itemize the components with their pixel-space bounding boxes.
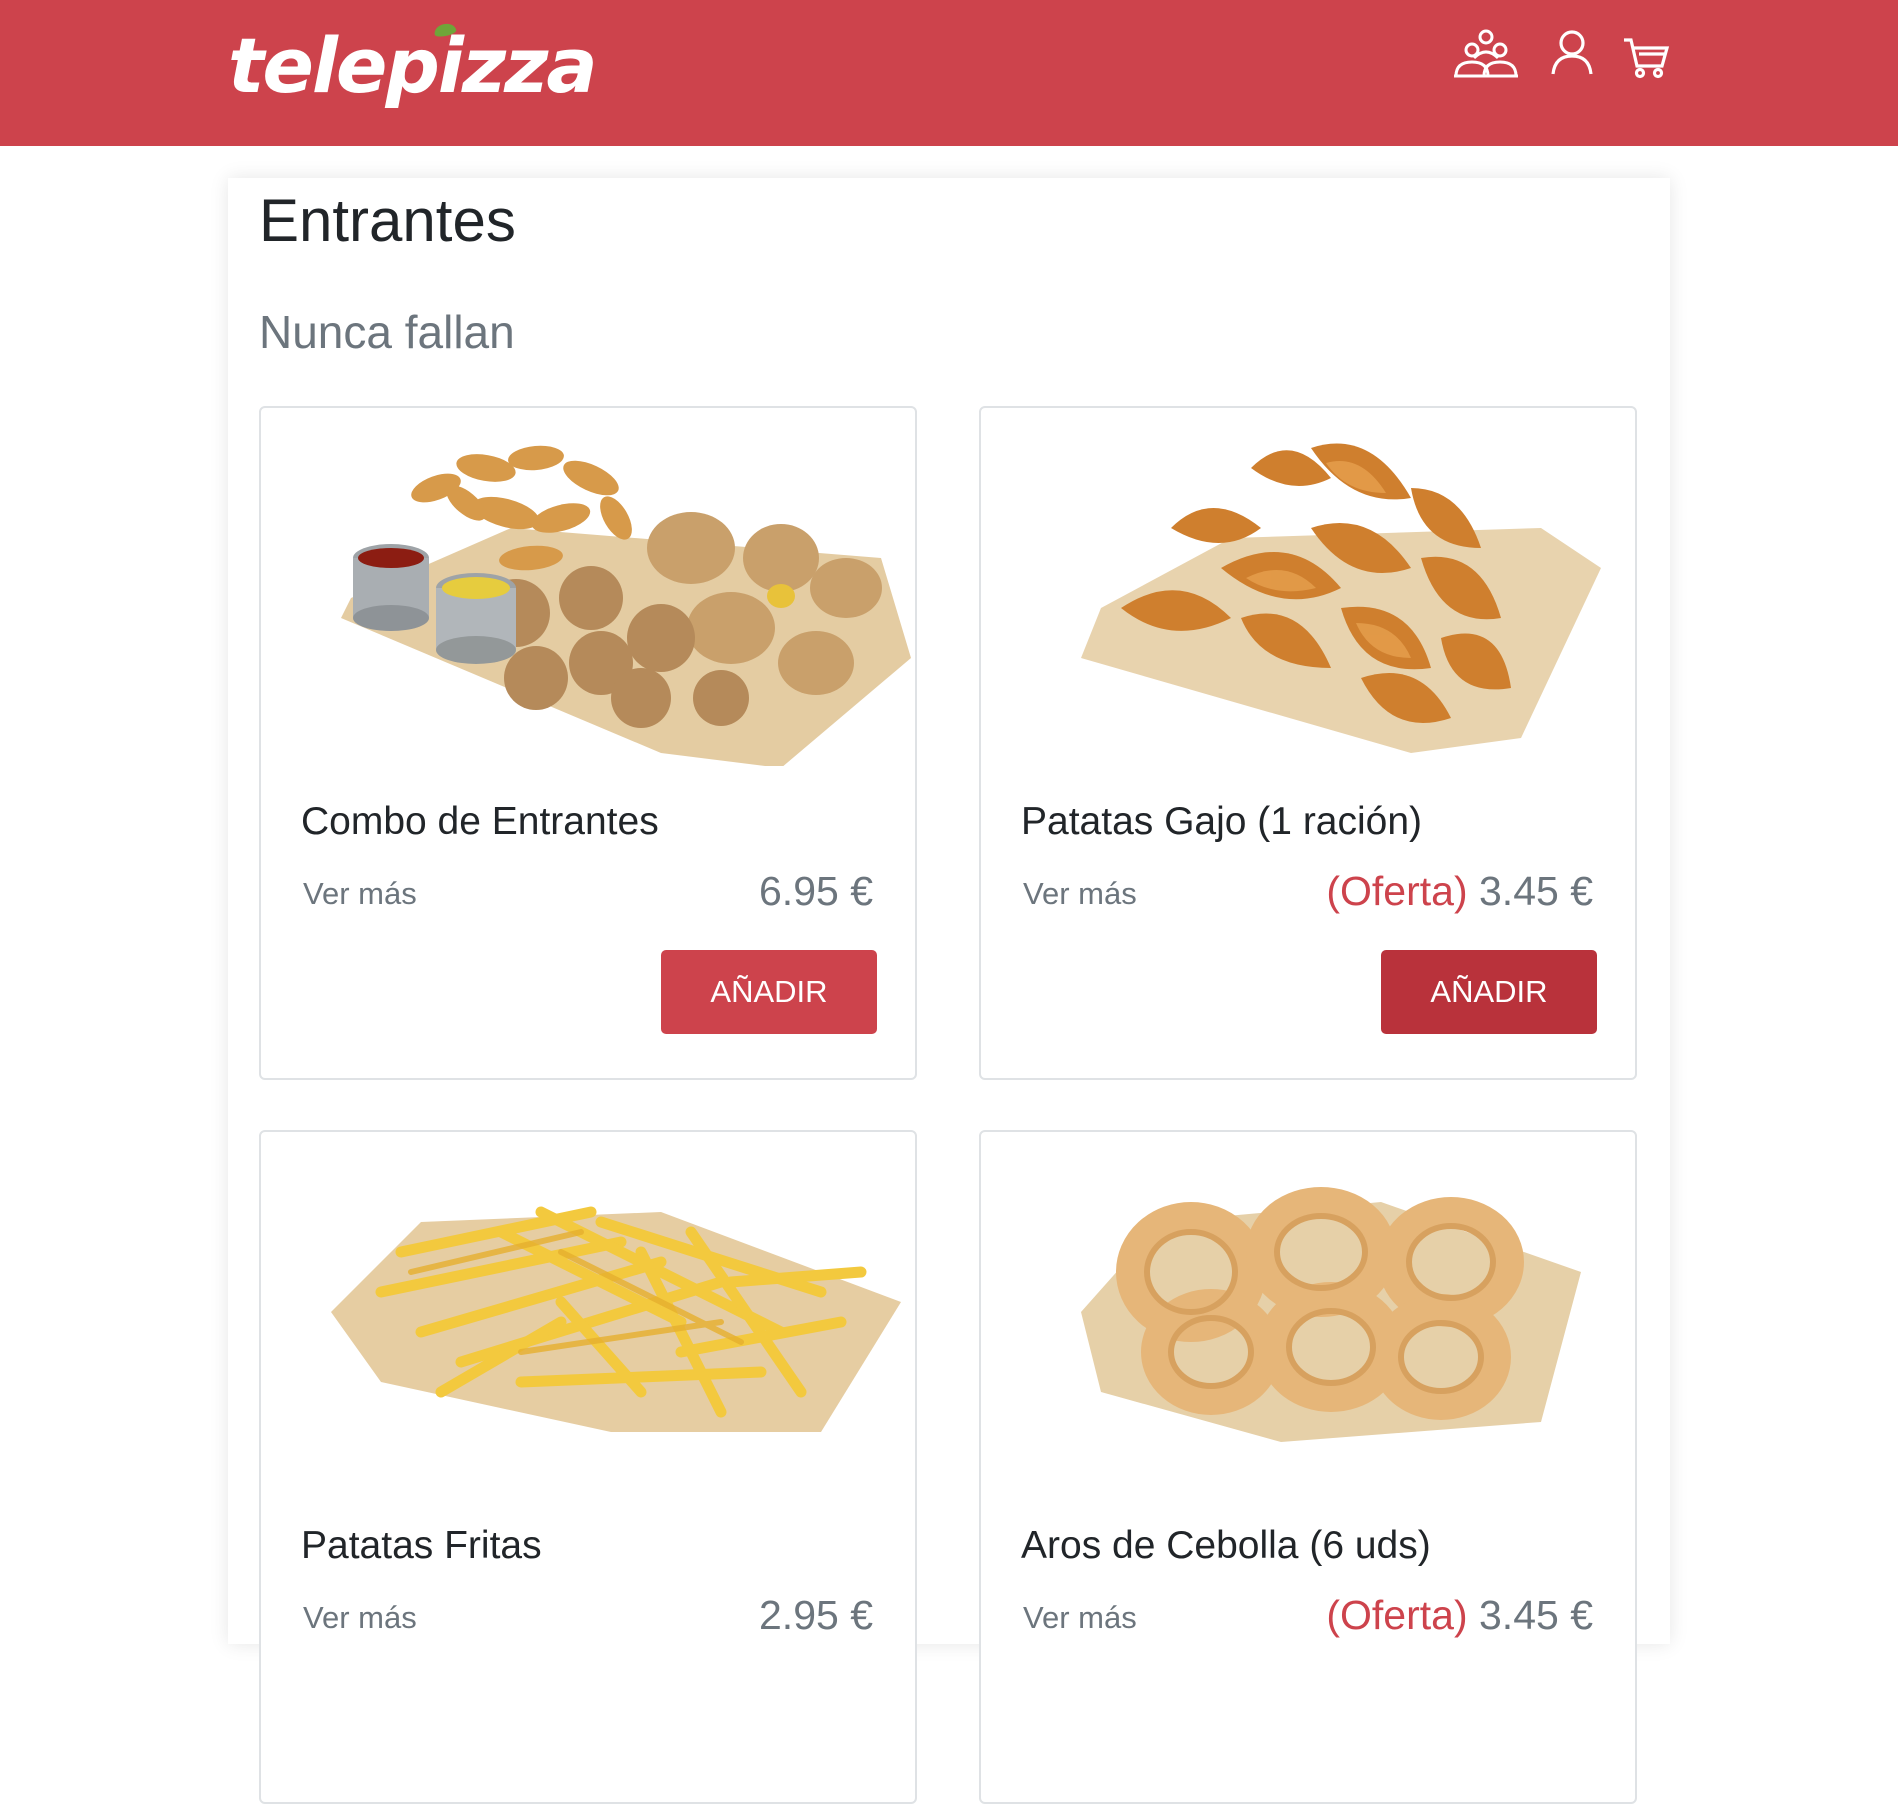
top-header: telepizza (0, 0, 1898, 146)
product-price: 6.95 € (759, 866, 873, 916)
offer-label: (Oferta) (1326, 1592, 1479, 1638)
product-name: Combo de Entrantes (301, 800, 659, 843)
see-more-link[interactable]: Ver más (1023, 874, 1137, 914)
combo-entrantes-photo[interactable] (261, 408, 917, 766)
see-more-link[interactable]: Ver más (1023, 1598, 1137, 1638)
product-name: Aros de Cebolla (6 uds) (1021, 1524, 1431, 1567)
logo-text: telepizza (228, 21, 598, 110)
product-name: Patatas Fritas (301, 1524, 542, 1567)
product-price: (Oferta) 3.45 € (1326, 1590, 1593, 1640)
price-value: 3.45 € (1479, 1592, 1593, 1638)
see-more-link[interactable]: Ver más (303, 1598, 417, 1638)
add-button[interactable]: AÑADIR (1381, 950, 1597, 1034)
product-card: Patatas Gajo (1 ración) Ver más (Oferta)… (979, 406, 1637, 1080)
section-subtitle: Nunca fallan (259, 306, 515, 358)
section-title: Entrantes (259, 187, 516, 254)
product-card: Aros de Cebolla (6 uds) Ver más (Oferta)… (979, 1130, 1637, 1804)
aros-cebolla-photo[interactable] (981, 1132, 1637, 1490)
price-value: 3.45 € (1479, 868, 1593, 914)
product-name: Patatas Gajo (1 ración) (1021, 800, 1423, 843)
user-icon[interactable] (1550, 28, 1594, 80)
add-button[interactable]: AÑADIR (661, 950, 877, 1034)
stores-icon[interactable] (1452, 28, 1520, 80)
product-card: Combo de Entrantes Ver más 6.95 € AÑADIR (259, 406, 917, 1080)
product-card: Patatas Fritas Ver más 2.95 € (259, 1130, 917, 1804)
see-more-link[interactable]: Ver más (303, 874, 417, 914)
offer-label: (Oferta) (1326, 868, 1479, 914)
patatas-fritas-photo[interactable] (261, 1132, 917, 1490)
product-price: (Oferta) 3.45 € (1326, 866, 1593, 916)
price-value: 2.95 € (759, 1592, 873, 1638)
cart-icon[interactable] (1622, 28, 1670, 80)
telepizza-logo[interactable]: telepizza (228, 20, 598, 120)
price-value: 6.95 € (759, 868, 873, 914)
product-price: 2.95 € (759, 1590, 873, 1640)
menu-panel: Entrantes Nunca fallan Combo de Entrante… (228, 178, 1670, 1804)
patatas-gajo-photo[interactable] (981, 408, 1637, 766)
